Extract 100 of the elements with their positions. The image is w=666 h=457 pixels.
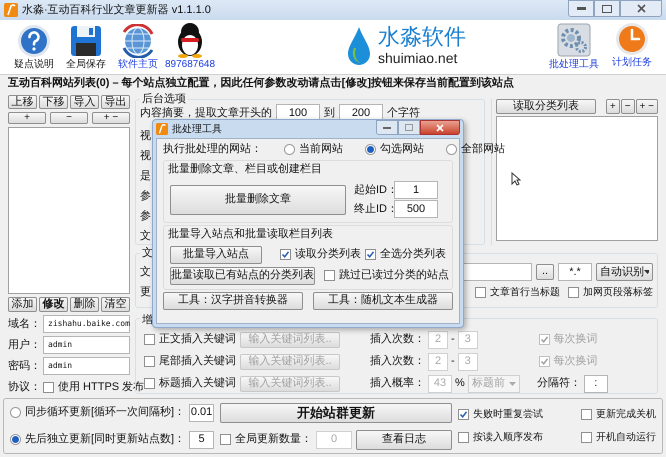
input-field[interactable]: *.* <box>558 262 592 281</box>
button[interactable]: − <box>50 112 88 124</box>
checkbox[interactable]: 按读入顺序发布 <box>458 430 543 445</box>
logo-domain: shuimiao.net <box>378 51 458 65</box>
site-list[interactable] <box>8 127 130 294</box>
button[interactable]: 工具：随机文本生成器 <box>313 292 453 310</box>
close-button[interactable] <box>620 0 662 17</box>
close-icon <box>436 124 444 132</box>
label: 视 <box>140 150 151 162</box>
radio-button[interactable]: 同步循环更新[循环一次间隔秒]： <box>10 404 186 421</box>
checkbox[interactable]: 全选分类列表 <box>365 246 446 263</box>
minimize-icon <box>576 7 586 10</box>
close-button[interactable] <box>420 120 460 135</box>
water-drop-logo-icon <box>346 26 372 66</box>
button[interactable]: + − <box>92 112 130 124</box>
input-field[interactable]: admin <box>43 357 130 375</box>
label: 文 <box>140 230 151 242</box>
button[interactable]: 修改 <box>39 297 68 312</box>
button[interactable]: 清空 <box>101 297 130 312</box>
label: 分隔符： <box>536 376 581 392</box>
label: 起始ID： <box>354 182 394 198</box>
checkbox[interactable]: 全局更新数量： <box>220 431 312 448</box>
label: 插入概率： <box>370 376 425 392</box>
maximize-icon <box>405 124 413 131</box>
button[interactable]: + <box>606 99 620 114</box>
toolbar-button[interactable]: 批处理工具 <box>548 22 600 71</box>
toolbar-button[interactable]: 897687648 <box>164 22 216 71</box>
radio-button[interactable]: 全部网站 <box>446 141 505 158</box>
button[interactable]: 上移 <box>8 95 37 109</box>
checkbox[interactable]: 文章首行当标题 <box>475 284 560 300</box>
radio-button[interactable]: 先后独立更新[同时更新站点数]： <box>10 431 186 448</box>
button[interactable]: + − <box>636 99 658 114</box>
label: 是 <box>140 170 151 182</box>
encoding-dropdown[interactable]: 自动识别 <box>596 262 653 281</box>
button[interactable]: 批量读取已有站点的分类列表 <box>170 266 315 284</box>
label: 内容摘要，提取文章开头的 <box>140 106 272 121</box>
toolbar-button[interactable]: 软件主页 <box>112 24 164 71</box>
button[interactable]: .. <box>536 264 554 280</box>
button[interactable]: 导出 <box>101 95 130 109</box>
radio-button[interactable]: 勾选网站 <box>365 141 424 158</box>
checkmark-icon <box>540 357 549 366</box>
button[interactable]: 查看日志 <box>356 430 452 450</box>
input-field[interactable]: : <box>584 374 608 392</box>
label: 到 <box>324 106 335 121</box>
button[interactable]: 开始站群更新 <box>220 402 452 422</box>
checkbox[interactable]: 尾部插入关键词 <box>144 353 240 370</box>
checkbox[interactable]: 加网页段落标签 <box>568 284 653 300</box>
label: 参 <box>140 190 151 202</box>
button[interactable]: 下移 <box>39 95 68 109</box>
button[interactable]: 添加 <box>8 297 37 312</box>
label: 协议： <box>8 380 41 395</box>
logo-text: 水淼软件 <box>378 26 466 48</box>
label: % <box>455 376 465 392</box>
input-field[interactable]: admin <box>43 336 130 354</box>
dialog-title: 批处理工具 <box>172 122 222 136</box>
toolbar-button[interactable]: 计划任务 <box>606 22 658 71</box>
input-field[interactable]: 1 <box>394 181 438 199</box>
label: 插入次数： <box>370 354 425 370</box>
label: 插入次数： <box>370 332 425 348</box>
group-title: 批量导入站点和批量读取栏目列表 <box>168 226 334 242</box>
label: - <box>451 332 455 348</box>
maximize-icon <box>602 4 612 12</box>
input-field[interactable]: 5 <box>189 430 214 448</box>
button[interactable]: 删除 <box>70 297 99 312</box>
input-field[interactable]: 500 <box>394 200 438 218</box>
checkmark-icon <box>459 410 468 419</box>
minimize-button[interactable] <box>568 0 594 17</box>
label: 终止ID： <box>354 202 394 217</box>
input-field[interactable]: zishahu.baike.com <box>43 315 130 333</box>
label: 个字符 <box>387 106 420 121</box>
checkbox[interactable]: 跳过已读过分类的站点 <box>324 267 449 284</box>
mouse-cursor-icon <box>511 172 521 186</box>
checkbox[interactable]: 更新完成关机 <box>581 407 656 422</box>
radio-button[interactable]: 当前网站 <box>284 141 343 158</box>
label: - <box>451 354 455 370</box>
label: 文 <box>140 264 151 280</box>
toolbar-button[interactable]: 全局保存 <box>60 24 112 71</box>
checkbox[interactable]: 标题插入关键词 <box>144 375 240 392</box>
category-list[interactable] <box>496 116 658 241</box>
app-icon <box>156 123 168 135</box>
checkbox[interactable]: 失败时重复尝试 <box>458 407 543 422</box>
button[interactable]: 工具：汉字拼音转换器 <box>163 292 303 310</box>
checkbox[interactable]: 读取分类列表 <box>280 246 361 263</box>
app-icon <box>4 3 18 17</box>
button[interactable]: 批量导入站点 <box>170 246 262 264</box>
button[interactable]: 导入 <box>70 95 99 109</box>
dropdown-arrow-icon <box>644 270 649 274</box>
label: 视 <box>140 130 151 142</box>
minimize-button[interactable] <box>376 120 398 135</box>
checkbox[interactable]: 开机自动运行 <box>581 430 656 445</box>
input-field[interactable]: 0.01 <box>189 404 214 422</box>
help-icon <box>17 24 51 58</box>
button[interactable]: 批量删除文章 <box>170 184 346 214</box>
button[interactable]: − <box>620 99 635 114</box>
button[interactable]: 读取分类列表 <box>496 99 596 114</box>
toolbar-button[interactable]: 疑点说明 <box>8 24 60 71</box>
button[interactable]: + <box>8 112 46 124</box>
label: 用户： <box>8 338 41 353</box>
checkbox[interactable]: 正文插入关键词 <box>144 331 240 348</box>
maximize-button[interactable] <box>594 0 620 17</box>
